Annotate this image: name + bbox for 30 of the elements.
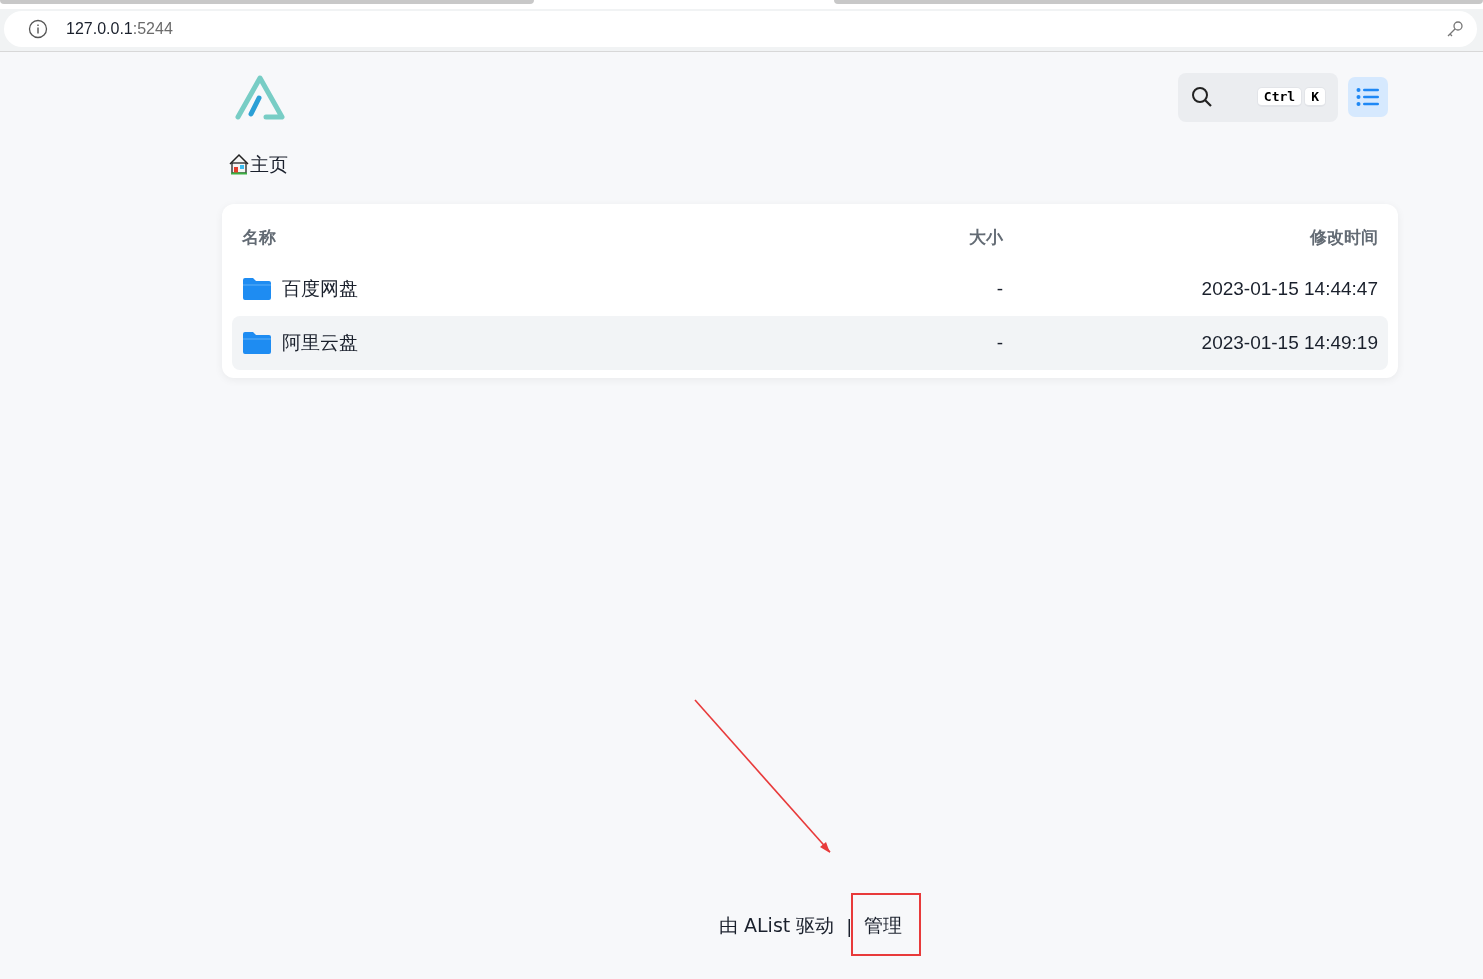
info-icon[interactable] [28, 19, 48, 39]
folder-icon [242, 331, 272, 355]
key-hint: K [1304, 87, 1326, 107]
size-column-header[interactable]: 大小 [843, 225, 1003, 249]
search-icon [1190, 85, 1214, 109]
annotation-box [851, 893, 921, 956]
search-button[interactable]: Ctrl K [1178, 72, 1338, 122]
breadcrumb-link[interactable]: 主页 [250, 150, 288, 178]
file-name: 阿里云盘 [282, 331, 358, 355]
file-name: 百度网盘 [282, 277, 358, 301]
list-view-button[interactable] [1348, 77, 1388, 117]
file-modified-time: 2023-01-15 14:49:19 [1200, 332, 1378, 354]
powered-by-text: 由 AList 驱动 [719, 913, 835, 938]
file-modified-time: 2023-01-15 14:44:47 [1200, 278, 1378, 300]
url-text: 127.0.0.1:5244 [66, 20, 174, 38]
manage-link[interactable]: 管理 [864, 913, 903, 939]
file-row[interactable]: 百度网盘 - 2023-01-15 14:44:47 [232, 262, 1388, 316]
key-icon[interactable] [1445, 19, 1465, 39]
file-size: - [995, 278, 1003, 300]
house-icon [228, 153, 250, 175]
folder-icon [242, 277, 272, 301]
list-icon [1356, 87, 1380, 107]
modified-column-header[interactable]: 修改时间 [1003, 225, 1378, 249]
file-row[interactable]: 阿里云盘 - 2023-01-15 14:49:19 [232, 316, 1388, 370]
separator-text: | [846, 915, 853, 937]
name-column-header[interactable]: 名称 [242, 225, 843, 249]
file-size: - [995, 332, 1003, 354]
logo-icon[interactable] [234, 74, 286, 120]
key-hint: Ctrl [1256, 87, 1303, 107]
address-bar[interactable]: 127.0.0.1:5244 [4, 11, 1477, 47]
